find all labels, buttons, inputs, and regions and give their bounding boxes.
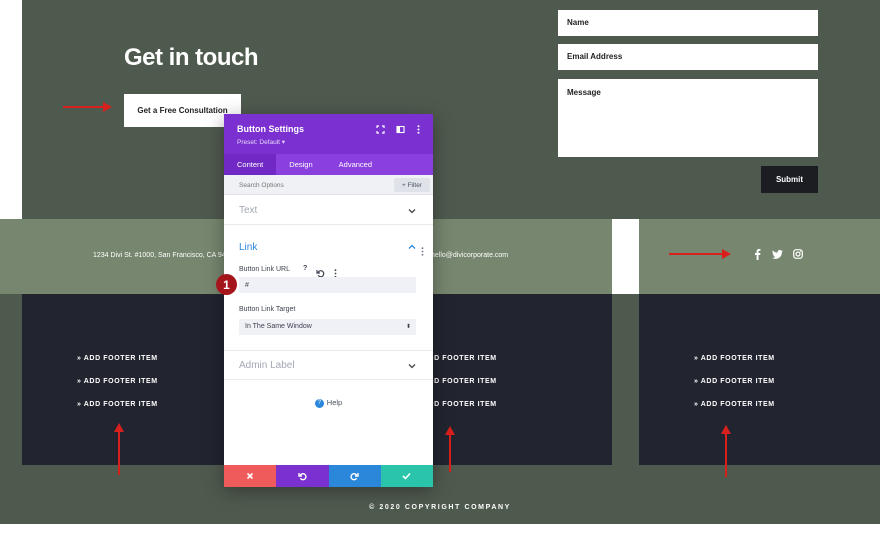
undo-icon [298,472,307,480]
twitter-icon[interactable] [771,248,783,260]
more-options-icon[interactable] [413,124,423,134]
panel-title: Button Settings [237,124,304,134]
tab-content[interactable]: Content [224,154,277,175]
facebook-icon[interactable] [751,248,763,260]
tab-advanced[interactable]: Advanced [326,154,385,175]
tab-design[interactable]: Design [276,154,325,175]
step-number-badge: 1 [216,274,237,295]
filter-button[interactable]: + Filter [394,178,430,192]
help-link[interactable]: ? Help [224,398,433,408]
contact-email[interactable]: hello@divicorporate.com [431,252,508,259]
undo-button[interactable] [276,465,329,487]
annotation-arrow-up [445,426,455,472]
page-bottom-margin [0,524,880,553]
search-input[interactable] [239,180,359,191]
footer-item[interactable]: » ADD FOOTER ITEM [694,401,775,408]
button-link-url-input[interactable] [239,277,416,293]
annotation-arrow-up [114,423,124,475]
address-text: 1234 Divi St. #1000, San Francisco, CA 9… [93,252,230,259]
panel-header [224,114,433,154]
annotation-arrow-right [669,249,731,259]
url-label: Button Link URL [239,266,290,273]
fullscreen-icon[interactable] [375,124,385,134]
redo-icon [350,472,359,480]
link-target-value: In The Same Window [245,323,312,330]
message-field[interactable]: Message [558,79,818,157]
section-link-toggle[interactable]: Link [239,242,257,253]
section-admin-label-toggle[interactable]: Admin Label [239,360,295,371]
name-field[interactable]: Name [558,10,818,36]
link-options-icon[interactable] [421,243,424,261]
hero-title: Get in touch [124,44,259,71]
close-icon [247,472,254,480]
help-label: Help [326,398,343,407]
chevron-up-icon[interactable] [407,243,417,252]
target-label: Button Link Target [239,306,296,313]
link-target-select[interactable]: In The Same Window ⬍ [239,319,416,335]
redo-button[interactable] [328,465,381,487]
preset-selector[interactable]: Preset: Default ▾ [237,138,285,146]
section-text-toggle[interactable]: Text [239,205,257,216]
copyright-text: © 2020 COPYRIGHT COMPANY [369,504,511,511]
save-button[interactable] [380,465,433,487]
email-field[interactable]: Email Address [558,44,818,70]
select-arrows-icon: ⬍ [405,324,411,330]
check-icon [402,472,411,480]
section-divider [224,224,433,225]
split-view-icon[interactable] [395,124,405,134]
annotation-arrow-right [63,102,112,112]
button-settings-panel: Button Settings Preset: Default ▾ Conten… [224,114,433,487]
footer-item[interactable]: » ADD FOOTER ITEM [77,378,158,385]
footer-item[interactable]: » ADD FOOTER ITEM [77,355,158,362]
discard-button[interactable] [224,465,277,487]
instagram-icon[interactable] [792,248,804,260]
help-icon: ? [314,398,324,408]
submit-button[interactable]: Submit [761,166,818,193]
annotation-arrow-up [721,425,731,477]
chevron-down-icon[interactable] [407,362,417,371]
section-divider [224,350,433,351]
chevron-down-icon[interactable] [407,207,417,216]
panel-tabs: Content Design Advanced [224,154,433,175]
help-question-icon[interactable]: ? [303,265,307,272]
section-divider [224,379,433,380]
panel-action-bar [224,465,433,487]
footer-item[interactable]: » ADD FOOTER ITEM [694,355,775,362]
footer-item[interactable]: » ADD FOOTER ITEM [694,378,775,385]
footer-item[interactable]: » ADD FOOTER ITEM [77,401,158,408]
